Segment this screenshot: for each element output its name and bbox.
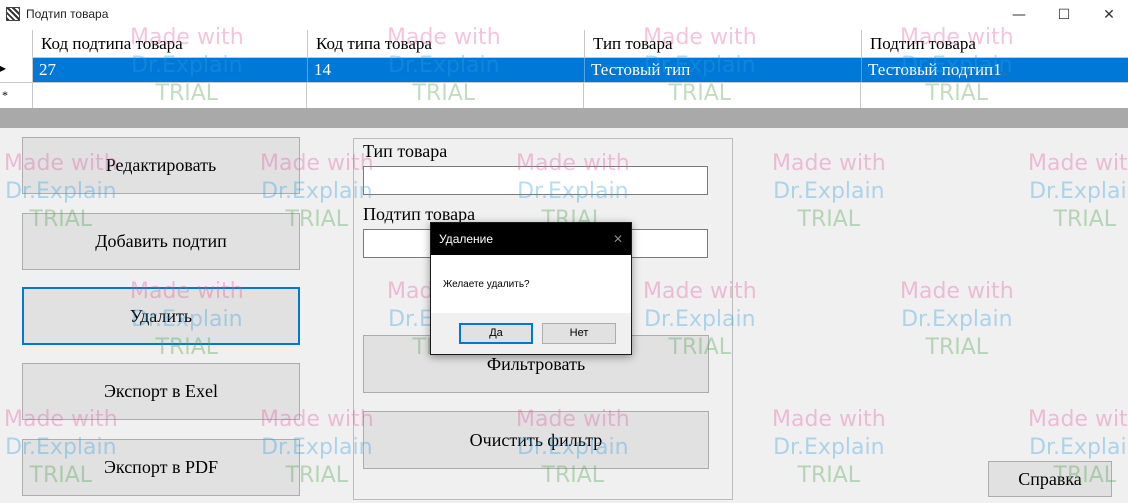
no-button[interactable]: Нет — [542, 323, 616, 344]
clear-filter-button[interactable]: Очистить фильтр — [363, 411, 709, 469]
dialog-close-icon[interactable]: ✕ — [613, 223, 623, 255]
app-icon — [6, 7, 20, 21]
watermark: Made with Dr.Explain TRIAL — [772, 150, 886, 234]
cell-subtype-code[interactable]: 27 — [33, 58, 307, 82]
yes-button[interactable]: Да — [459, 323, 533, 344]
watermark-line1: Made with — [1028, 407, 1128, 432]
cell-type-code[interactable]: 14 — [307, 58, 585, 82]
maximize-icon[interactable]: ☐ — [1041, 0, 1087, 30]
row-header-current[interactable]: ▸ — [0, 58, 33, 82]
watermark-line1: Made with — [772, 407, 886, 432]
add-subtype-button[interactable]: Добавить подтип — [22, 213, 300, 270]
title-bar: Подтип товара — ☐ ✕ — [0, 0, 1128, 30]
column-header-subtype-code[interactable]: Код подтипа товара — [33, 30, 307, 58]
watermark-line2: Dr.Explain — [1029, 179, 1128, 204]
watermark: Made with Dr.Explain TRIAL — [900, 278, 1014, 362]
grid-empty-area — [0, 108, 1128, 128]
current-row-indicator-icon: ▸ — [0, 61, 7, 75]
row-header-new[interactable]: * — [0, 82, 33, 108]
delete-confirm-dialog: Удаление ✕ Желаете удалить? Да Нет — [430, 222, 632, 355]
window-title: Подтип товара — [26, 7, 109, 21]
watermark-line2: Dr.Explain — [1029, 435, 1128, 460]
delete-button[interactable]: Удалить — [22, 287, 300, 345]
dialog-message: Желаете удалить? — [443, 279, 530, 290]
export-excel-button[interactable]: Экспорт в Exel — [22, 363, 300, 420]
column-header-type-code[interactable]: Код типа товара — [307, 30, 584, 58]
new-row-indicator-icon: * — [2, 88, 8, 102]
dialog-title: Удаление — [439, 232, 494, 246]
watermark-line1: Made with — [772, 151, 886, 176]
watermark: Made with Dr.Explain TRIAL — [772, 406, 886, 490]
column-header-type[interactable]: Тип товара — [584, 30, 861, 58]
cell-subtype[interactable]: Тестовый подтип1 — [861, 58, 1128, 82]
dialog-title-bar: Удаление — [431, 223, 631, 255]
export-pdf-button[interactable]: Экспорт в PDF — [22, 439, 300, 496]
watermark-line1: Made with — [900, 279, 1014, 304]
edit-button[interactable]: Редактировать — [22, 137, 300, 194]
close-icon[interactable]: ✕ — [1086, 0, 1128, 30]
watermark-line3: TRIAL — [925, 335, 989, 360]
column-header-subtype[interactable]: Подтип товара — [861, 30, 1128, 58]
grid-corner[interactable] — [0, 30, 33, 58]
watermark-line3: TRIAL — [1053, 207, 1117, 232]
type-label: Тип товара — [363, 141, 448, 161]
watermark-line3: TRIAL — [797, 207, 861, 232]
watermark: Made with Dr.Explain TRIAL — [1028, 150, 1128, 234]
cell-type[interactable]: Тестовый тип — [584, 58, 862, 82]
minimize-icon[interactable]: — — [996, 0, 1042, 30]
watermark-line2: Dr.Explain — [901, 307, 1013, 332]
new-row[interactable] — [33, 82, 1128, 108]
watermark-line3: TRIAL — [797, 463, 861, 488]
watermark-line1: Made with — [1028, 151, 1128, 176]
type-filter-input[interactable] — [363, 166, 708, 195]
watermark-line2: Dr.Explain — [773, 179, 885, 204]
help-button[interactable]: Справка — [988, 461, 1112, 497]
watermark-line2: Dr.Explain — [773, 435, 885, 460]
